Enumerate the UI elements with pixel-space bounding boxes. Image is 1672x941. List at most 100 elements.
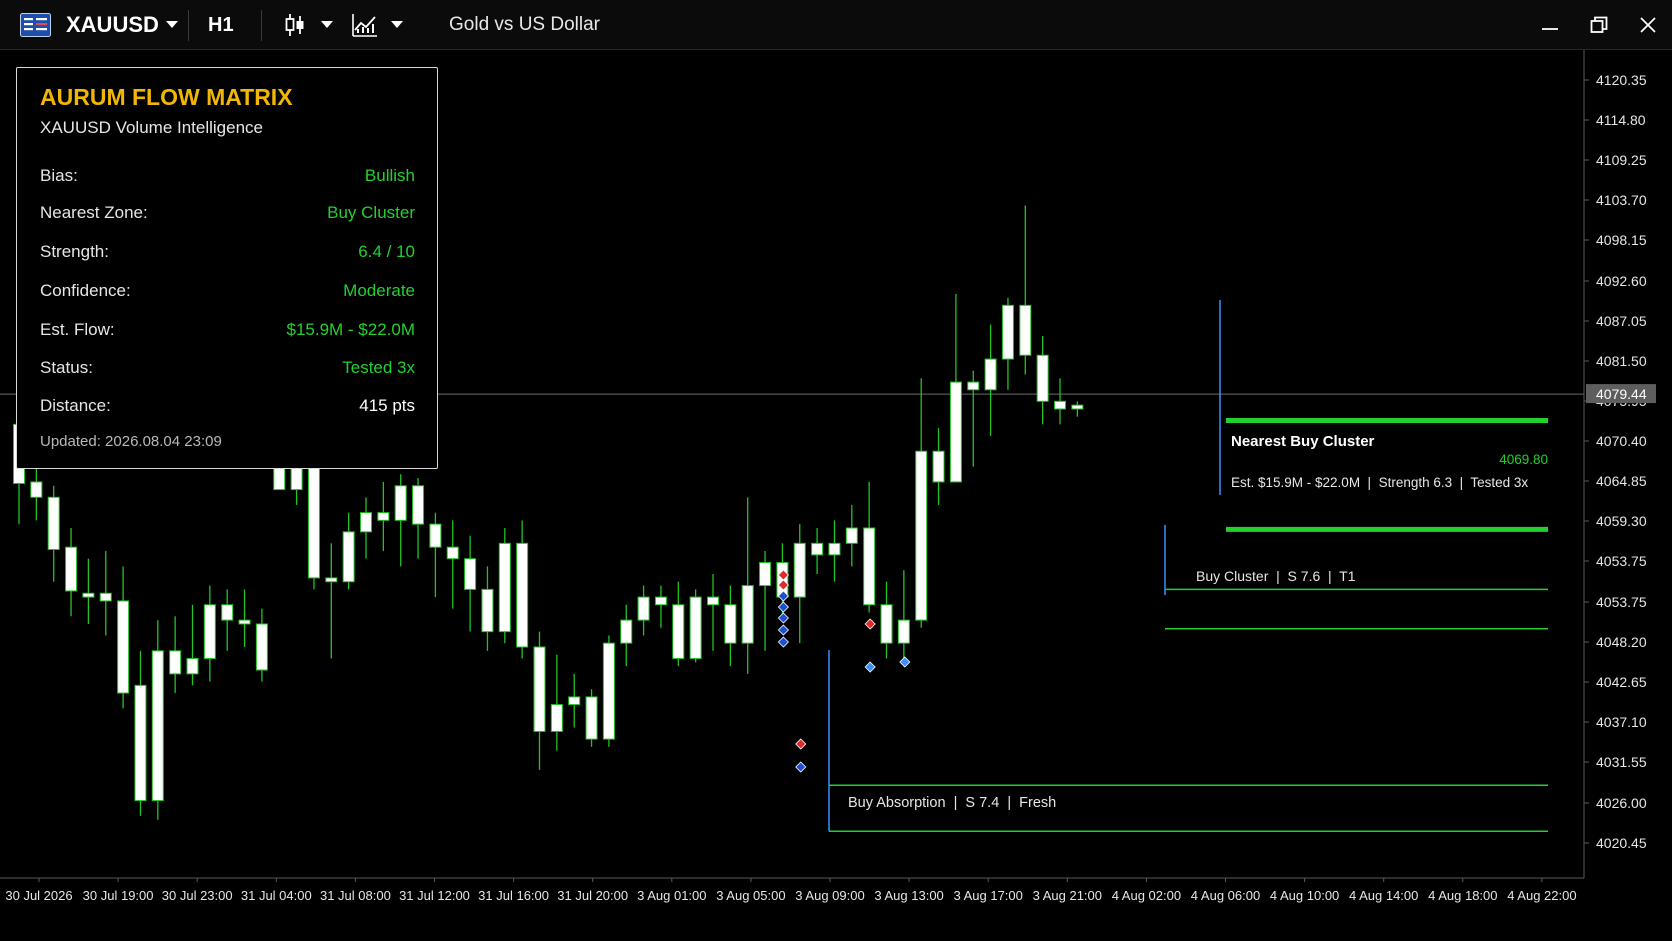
candle-body [550, 704, 563, 732]
candle-body [325, 577, 338, 583]
candle-body [533, 646, 546, 732]
time-label: 4 Aug 02:00 [1112, 888, 1181, 903]
price-label: 4059.30 [1596, 513, 1647, 529]
restore-icon[interactable] [1590, 0, 1608, 50]
time-label: 3 Aug 01:00 [637, 888, 706, 903]
time-label: 3 Aug 21:00 [1033, 888, 1102, 903]
chart-type-dropdown-icon[interactable] [321, 0, 333, 50]
panel-title: AURUM FLOW MATRIX [40, 84, 293, 110]
est-flow-row: Est. Flow: $15.9M - $22.0M [40, 318, 415, 342]
candle-body [568, 696, 581, 706]
time-label: 4 Aug 22:00 [1507, 888, 1576, 903]
nearest-cluster-title: Nearest Buy Cluster [1231, 433, 1375, 450]
strength-label: Strength: [40, 242, 109, 261]
price-label: 4114.80 [1596, 112, 1646, 128]
symbol-selector[interactable]: XAUUSD [66, 0, 159, 50]
candle-body [446, 546, 459, 560]
candle-body [1036, 354, 1049, 402]
signal-marker [864, 661, 876, 673]
candle-body [932, 450, 945, 483]
candle-body [481, 588, 494, 633]
candle-body [793, 542, 806, 598]
distance-value: 415 pts [359, 396, 415, 415]
nearest-cluster-details: Est. $15.9M - $22.0M | Strength 6.3 | Te… [1231, 475, 1528, 490]
aurum-flow-panel: AURUM FLOW MATRIX XAUUSD Volume Intellig… [16, 67, 438, 469]
candle-body [429, 523, 442, 548]
status-value: Tested 3x [342, 358, 415, 377]
price-label: 4020.45 [1596, 835, 1647, 851]
chart-menu-icon[interactable] [20, 0, 51, 50]
confidence-value: Moderate [343, 281, 415, 300]
candle-body [516, 542, 529, 648]
candle-body [99, 592, 112, 602]
nearest-cluster-price: 4069.80 [1499, 452, 1548, 467]
time-label: 3 Aug 17:00 [953, 888, 1022, 903]
time-label: 30 Jul 23:00 [162, 888, 233, 903]
candle-body [30, 481, 43, 498]
price-label: 4087.05 [1596, 313, 1647, 329]
candle-body [880, 604, 893, 644]
candle-body [949, 381, 962, 483]
candle-body [412, 485, 425, 525]
distance-row: Distance: 415 pts [40, 394, 415, 418]
candle-body [759, 562, 772, 587]
candle-body [203, 604, 216, 660]
time-label: 31 Jul 04:00 [241, 888, 312, 903]
price-label: 4053.75 [1596, 594, 1647, 610]
time-label: 4 Aug 06:00 [1191, 888, 1260, 903]
candle-body [672, 604, 685, 660]
signal-marker [795, 761, 807, 773]
status-label: Status: [40, 358, 93, 377]
close-icon[interactable] [1639, 0, 1657, 50]
candle-body [915, 450, 928, 621]
bias-value: Bullish [364, 166, 415, 185]
current-price-label: 4079.44 [1596, 386, 1647, 402]
price-label: 4053.75 [1596, 553, 1647, 569]
candle-body [637, 596, 650, 621]
distance-label: Distance: [40, 396, 111, 415]
candle-body [47, 496, 60, 550]
indicator-dropdown-icon[interactable] [391, 0, 403, 50]
zone-layer [828, 300, 1548, 833]
nearest-zone-label: Nearest Zone: [40, 203, 148, 222]
candle-body [117, 600, 130, 694]
nearest-zone-value: Buy Cluster [327, 203, 415, 222]
candle-body [863, 527, 876, 606]
time-label: 30 Jul 19:00 [83, 888, 154, 903]
time-label: 3 Aug 09:00 [795, 888, 864, 903]
updated-timestamp: Updated: 2026.08.04 23:09 [40, 433, 222, 450]
time-label: 30 Jul 2026 [5, 888, 72, 903]
candle-body [654, 596, 667, 606]
candle-body [498, 542, 511, 633]
price-label: 4064.85 [1596, 473, 1647, 489]
buy-cluster-label: Buy Cluster | S 7.6 | T1 [1196, 568, 1356, 584]
zone-labels: Nearest Buy Cluster 4069.80 Est. $15.9M … [848, 433, 1548, 811]
bias-row: Bias: Bullish [40, 164, 415, 188]
nearest-zone-row: Nearest Zone: Buy Cluster [40, 201, 415, 225]
est-flow-label: Est. Flow: [40, 320, 115, 339]
candle-body [65, 546, 78, 592]
chart-toolbar: XAUUSD H1 Gold vs US Dollar [0, 0, 1672, 50]
indicator-icon[interactable] [352, 0, 378, 50]
candle-body [602, 642, 615, 740]
symbol-label: XAUUSD [66, 12, 159, 37]
price-label: 4109.25 [1596, 152, 1647, 168]
candle-body [464, 558, 477, 590]
symbol-dropdown-icon[interactable] [166, 0, 178, 50]
price-label: 4120.35 [1596, 72, 1647, 88]
panel-subtitle: XAUUSD Volume Intelligence [40, 118, 264, 137]
candle-body [1019, 304, 1032, 356]
minimize-icon[interactable] [1541, 0, 1559, 50]
candle-body [255, 623, 268, 671]
candlestick-type-icon[interactable] [284, 0, 306, 50]
candle-body [585, 696, 598, 740]
candle-body [620, 619, 633, 644]
signal-marker [777, 601, 789, 613]
candle-body [828, 542, 841, 556]
time-label: 4 Aug 10:00 [1270, 888, 1339, 903]
timeframe-selector[interactable]: H1 [208, 0, 234, 50]
confidence-label: Confidence: [40, 281, 131, 300]
strength-row: Strength: 6.4 / 10 [40, 240, 415, 264]
est-flow-value: $15.9M - $22.0M [286, 320, 415, 339]
price-label: 4098.15 [1596, 232, 1647, 248]
